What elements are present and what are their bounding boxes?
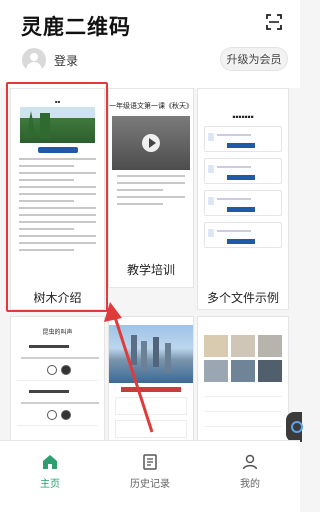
tab-me[interactable]: 我的 bbox=[200, 441, 300, 512]
card-label-teaching: 教学培训 bbox=[126, 263, 175, 277]
tab-label-history: 历史记录 bbox=[130, 479, 170, 490]
avatar bbox=[22, 48, 46, 72]
audio-player bbox=[17, 388, 99, 426]
scan-icon[interactable] bbox=[266, 14, 282, 30]
app-title: 灵鹿二维码 bbox=[21, 15, 131, 39]
card-multi-files[interactable]: ▪▪▪▪▪▪▪ 多个文件示例 bbox=[197, 88, 289, 310]
pointer-arrow bbox=[104, 302, 154, 433]
card-label-multi-files: 多个文件示例 bbox=[206, 291, 279, 305]
tab-label-home: 主页 bbox=[40, 479, 60, 490]
fabric-swatches bbox=[198, 335, 288, 382]
floating-assistant-button[interactable] bbox=[286, 412, 303, 442]
tab-home[interactable]: 主页 bbox=[0, 441, 100, 512]
login-link[interactable]: 登录 bbox=[54, 52, 78, 69]
home-icon bbox=[41, 453, 59, 471]
highlight-frame bbox=[6, 82, 108, 312]
exam-title: ▪▪▪▪▪▪▪ bbox=[232, 115, 254, 120]
lesson-title: 一年级语文第一课《秋天》 bbox=[109, 102, 193, 110]
card-fabric[interactable] bbox=[197, 316, 289, 440]
tab-history[interactable]: 历史记录 bbox=[100, 441, 200, 512]
login-row[interactable]: 登录 bbox=[22, 46, 78, 74]
bottom-tabbar: 主页 历史记录 我的 bbox=[0, 440, 300, 512]
app-header: 灵鹿二维码 登录 升级为会员 bbox=[0, 0, 300, 88]
video-thumbnail bbox=[112, 116, 190, 170]
play-icon bbox=[142, 134, 160, 152]
audio-player bbox=[17, 343, 99, 381]
tab-label-me: 我的 bbox=[240, 479, 260, 490]
history-icon bbox=[141, 453, 159, 471]
user-icon bbox=[241, 453, 259, 471]
card-teaching[interactable]: 一年级语文第一课《秋天》 教学培训 bbox=[108, 88, 194, 288]
upgrade-member-button[interactable]: 升级为会员 bbox=[220, 47, 288, 71]
